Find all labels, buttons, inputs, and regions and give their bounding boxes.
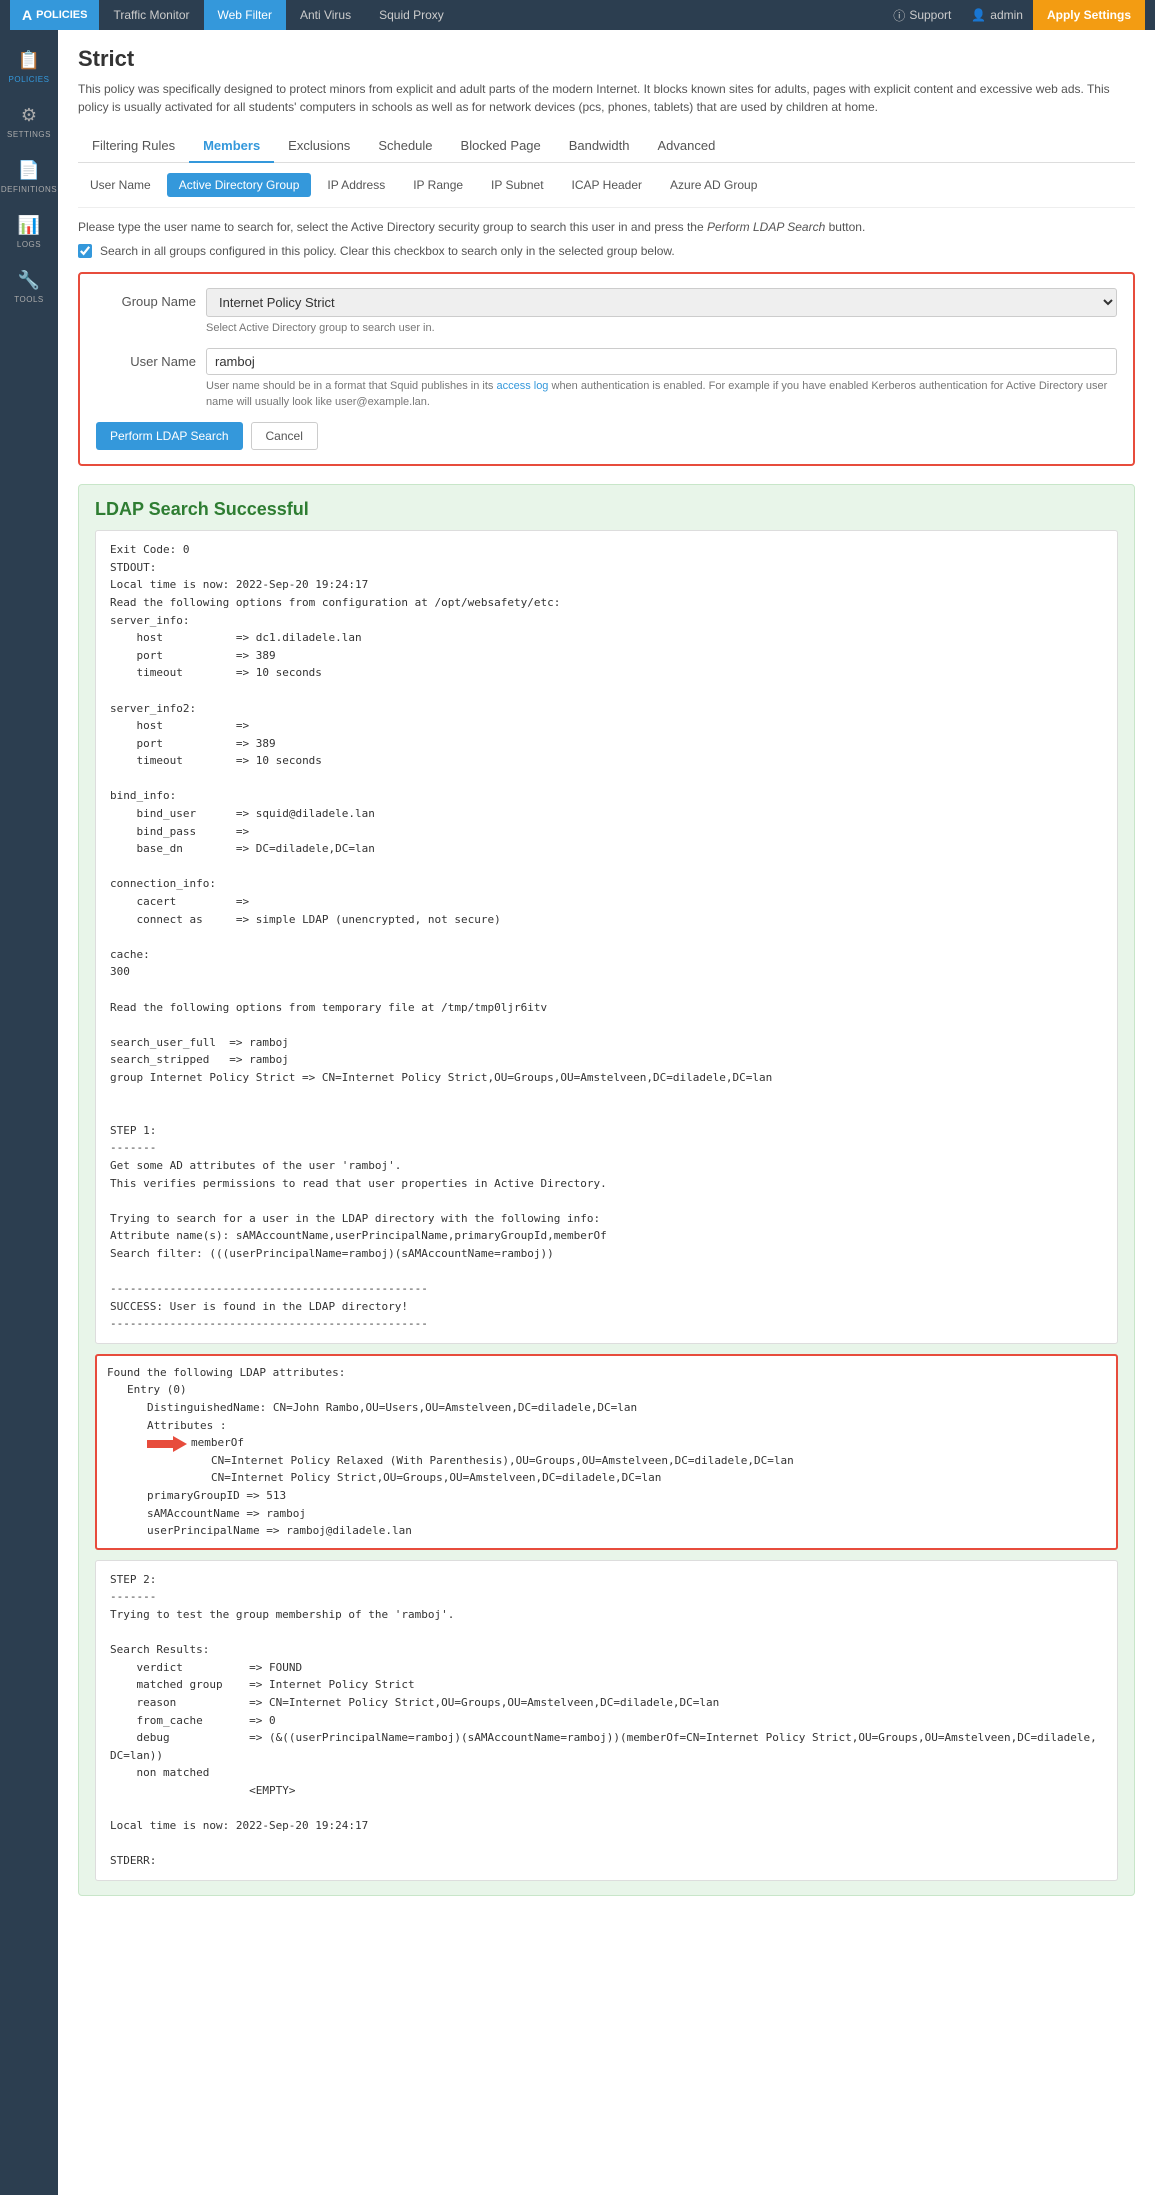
ldap-found-line: Found the following LDAP attributes: — [107, 1364, 1106, 1382]
tab-blocked-page[interactable]: Blocked Page — [447, 130, 555, 163]
tab-exclusions[interactable]: Exclusions — [274, 130, 364, 163]
settings-icon: ⚙ — [21, 105, 37, 126]
main-layout: 📋 POLICIES ⚙ SETTINGS 📄 DEFINITIONS 📊 LO… — [0, 30, 1155, 2195]
ldap-result-section: LDAP Search Successful Exit Code: 0 STDO… — [78, 484, 1135, 1896]
main-content: Strict This policy was specifically desi… — [58, 30, 1155, 2195]
ldap-output-part2: STEP 2: ------- Trying to test the group… — [95, 1560, 1118, 1881]
support-icon: ⓘ — [893, 7, 905, 24]
tab-members[interactable]: Members — [189, 130, 274, 163]
ldap-attributes-line: Attributes : — [107, 1417, 1106, 1435]
ldap-memberof-label: memberOf — [191, 1434, 794, 1452]
group-name-control: Internet Policy Strict Select Active Dir… — [206, 288, 1117, 336]
ldap-group1-line: CN=Internet Policy Relaxed (With Parenth… — [191, 1452, 794, 1470]
support-link[interactable]: ⓘ Support — [883, 0, 961, 30]
user-label: admin — [990, 8, 1023, 22]
search-all-groups-row: Search in all groups configured in this … — [78, 244, 1135, 258]
user-name-control: User name should be in a format that Squ… — [206, 348, 1117, 410]
ldap-primary-gid: primaryGroupID => 513 — [107, 1487, 1106, 1505]
sidebar-item-settings[interactable]: ⚙ SETTINGS — [0, 95, 58, 145]
sub-tab-user-name[interactable]: User Name — [78, 173, 163, 197]
ldap-memberof-row: memberOf CN=Internet Policy Relaxed (Wit… — [107, 1434, 1106, 1487]
ldap-upn-line: userPrincipalName => ramboj@diladele.lan — [107, 1522, 1106, 1540]
sidebar-item-label-policies: POLICIES — [9, 75, 50, 84]
sidebar-item-label-settings: SETTINGS — [7, 130, 51, 139]
apply-settings-button[interactable]: Apply Settings — [1033, 0, 1145, 30]
main-tabs: Filtering Rules Members Exclusions Sched… — [78, 130, 1135, 163]
logs-icon: 📊 — [18, 215, 40, 236]
sidebar-item-tools[interactable]: 🔧 TOOLS — [0, 260, 58, 310]
ldap-highlight-box: Found the following LDAP attributes: Ent… — [95, 1354, 1118, 1550]
sidebar-item-label-definitions: DEFINITIONS — [1, 185, 57, 194]
nav-traffic-monitor[interactable]: Traffic Monitor — [99, 0, 203, 30]
tab-filtering-rules[interactable]: Filtering Rules — [78, 130, 189, 163]
page-title: Strict — [78, 46, 1135, 72]
sidebar-item-label-tools: TOOLS — [14, 295, 43, 304]
group-name-hint: Select Active Directory group to search … — [206, 321, 1117, 336]
group-name-select[interactable]: Internet Policy Strict — [206, 288, 1117, 317]
group-name-row: Group Name Internet Policy Strict Select… — [96, 288, 1117, 336]
user-name-input[interactable] — [206, 348, 1117, 375]
ldap-output-part1: Exit Code: 0 STDOUT: Local time is now: … — [95, 530, 1118, 1344]
ldap-dn-line: DistinguishedName: CN=John Rambo,OU=User… — [107, 1399, 1106, 1417]
tab-schedule[interactable]: Schedule — [364, 130, 446, 163]
search-all-groups-label: Search in all groups configured in this … — [100, 244, 675, 258]
policies-icon: 📋 — [18, 50, 40, 71]
top-nav: A POLICIES Traffic Monitor Web Filter An… — [0, 0, 1155, 30]
sidebar-item-policies[interactable]: 📋 POLICIES — [0, 40, 58, 90]
user-menu[interactable]: 👤 admin — [961, 0, 1033, 30]
definitions-icon: 📄 — [18, 160, 40, 181]
access-log-link[interactable]: access log — [496, 380, 548, 392]
group-name-label: Group Name — [96, 288, 196, 309]
sub-tab-ip-subnet[interactable]: IP Subnet — [479, 173, 556, 197]
nav-web-filter[interactable]: Web Filter — [204, 0, 286, 30]
sub-tab-ip-range[interactable]: IP Range — [401, 173, 475, 197]
nav-squid-proxy[interactable]: Squid Proxy — [365, 0, 458, 30]
sidebar-item-logs[interactable]: 📊 LOGS — [0, 205, 58, 255]
perform-ldap-search-button[interactable]: Perform LDAP Search — [96, 422, 243, 450]
tab-bandwidth[interactable]: Bandwidth — [555, 130, 644, 163]
perform-ldap-text: Perform LDAP Search — [707, 220, 825, 234]
sidebar-item-label-logs: LOGS — [17, 240, 41, 249]
brand: A POLICIES — [10, 0, 99, 30]
sub-tab-azure-ad-group[interactable]: Azure AD Group — [658, 173, 769, 197]
user-name-hint: User name should be in a format that Squ… — [206, 379, 1117, 410]
search-form-box: Group Name Internet Policy Strict Select… — [78, 272, 1135, 466]
user-name-label: User Name — [96, 348, 196, 369]
arrow-right-icon — [147, 1434, 187, 1454]
sidebar: 📋 POLICIES ⚙ SETTINGS 📄 DEFINITIONS 📊 LO… — [0, 30, 58, 2195]
sub-tabs: User Name Active Directory Group IP Addr… — [78, 163, 1135, 208]
sub-tab-active-directory-group[interactable]: Active Directory Group — [167, 173, 312, 197]
ldap-success-title: LDAP Search Successful — [95, 499, 1118, 520]
user-icon: 👤 — [971, 8, 986, 22]
search-all-groups-checkbox[interactable] — [78, 244, 92, 258]
sub-tab-icap-header[interactable]: ICAP Header — [560, 173, 654, 197]
cancel-button[interactable]: Cancel — [251, 422, 318, 450]
search-info-text: Please type the user name to search for,… — [78, 220, 1135, 234]
sub-tab-ip-address[interactable]: IP Address — [315, 173, 397, 197]
tab-advanced[interactable]: Advanced — [643, 130, 729, 163]
policy-description: This policy was specifically designed to… — [78, 80, 1135, 116]
user-name-row: User Name User name should be in a forma… — [96, 348, 1117, 410]
tools-icon: 🔧 — [18, 270, 40, 291]
sidebar-item-definitions[interactable]: 📄 DEFINITIONS — [0, 150, 58, 200]
ldap-samaccount: sAMAccountName => ramboj — [107, 1505, 1106, 1523]
brand-label: POLICIES — [36, 9, 87, 21]
form-buttons: Perform LDAP Search Cancel — [96, 422, 1117, 450]
ldap-group2-line: CN=Internet Policy Strict,OU=Groups,OU=A… — [191, 1469, 794, 1487]
ldap-entry-line: Entry (0) — [107, 1381, 1106, 1399]
nav-anti-virus[interactable]: Anti Virus — [286, 0, 365, 30]
support-label: Support — [909, 8, 951, 22]
brand-icon: A — [22, 7, 32, 23]
